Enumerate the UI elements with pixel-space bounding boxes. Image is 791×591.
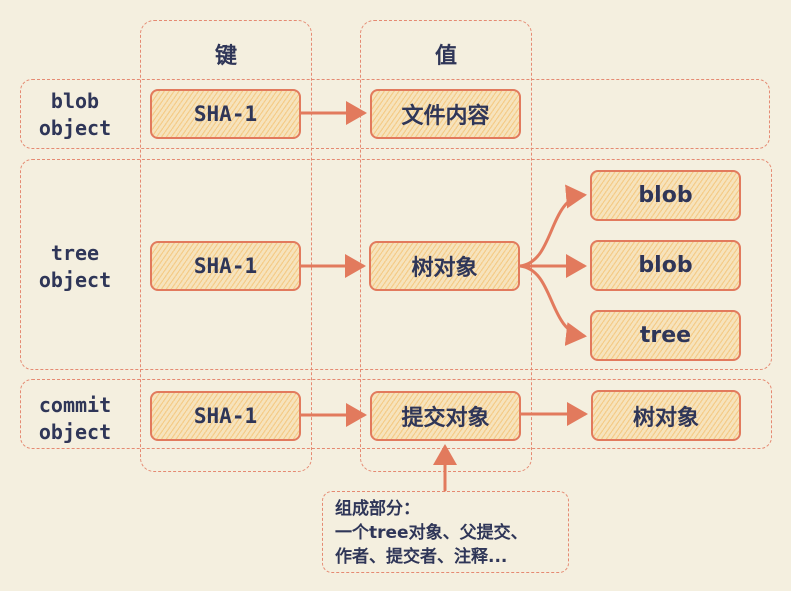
key-column-header: 键	[214, 44, 237, 69]
commit-key-box: SHA-1	[150, 391, 301, 441]
commit-label-line2: object	[38, 420, 112, 444]
tree-value-box: 树对象	[369, 241, 520, 291]
blob-value-box: 文件内容	[370, 89, 521, 139]
tree-object-label: tree object	[20, 240, 130, 294]
note-line2: 一个tree对象、父提交、	[335, 523, 528, 543]
commit-value-box: 提交对象	[370, 391, 521, 441]
value-column-header: 值	[434, 44, 457, 69]
blob-object-label: blob object	[20, 88, 130, 142]
blob-key-box: SHA-1	[150, 89, 301, 139]
note-line3: 作者、提交者、注释...	[335, 547, 508, 567]
tree-child-blob-1: blob	[590, 170, 741, 221]
note-line1: 组成部分：	[335, 499, 420, 519]
blob-label-line2: object	[38, 116, 112, 140]
commit-target-tree-box: 树对象	[591, 390, 741, 441]
tree-child-blob-2: blob	[590, 240, 741, 291]
tree-child-tree: tree	[590, 310, 741, 361]
commit-object-label: commit object	[20, 392, 130, 446]
commit-components-note: 组成部分： 一个tree对象、父提交、 作者、提交者、注释...	[335, 497, 565, 569]
tree-label-line2: object	[38, 268, 112, 292]
tree-label-line1: tree	[50, 241, 100, 265]
blob-label-line1: blob	[50, 89, 100, 113]
commit-label-line1: commit	[38, 393, 112, 417]
tree-key-box: SHA-1	[150, 241, 301, 291]
